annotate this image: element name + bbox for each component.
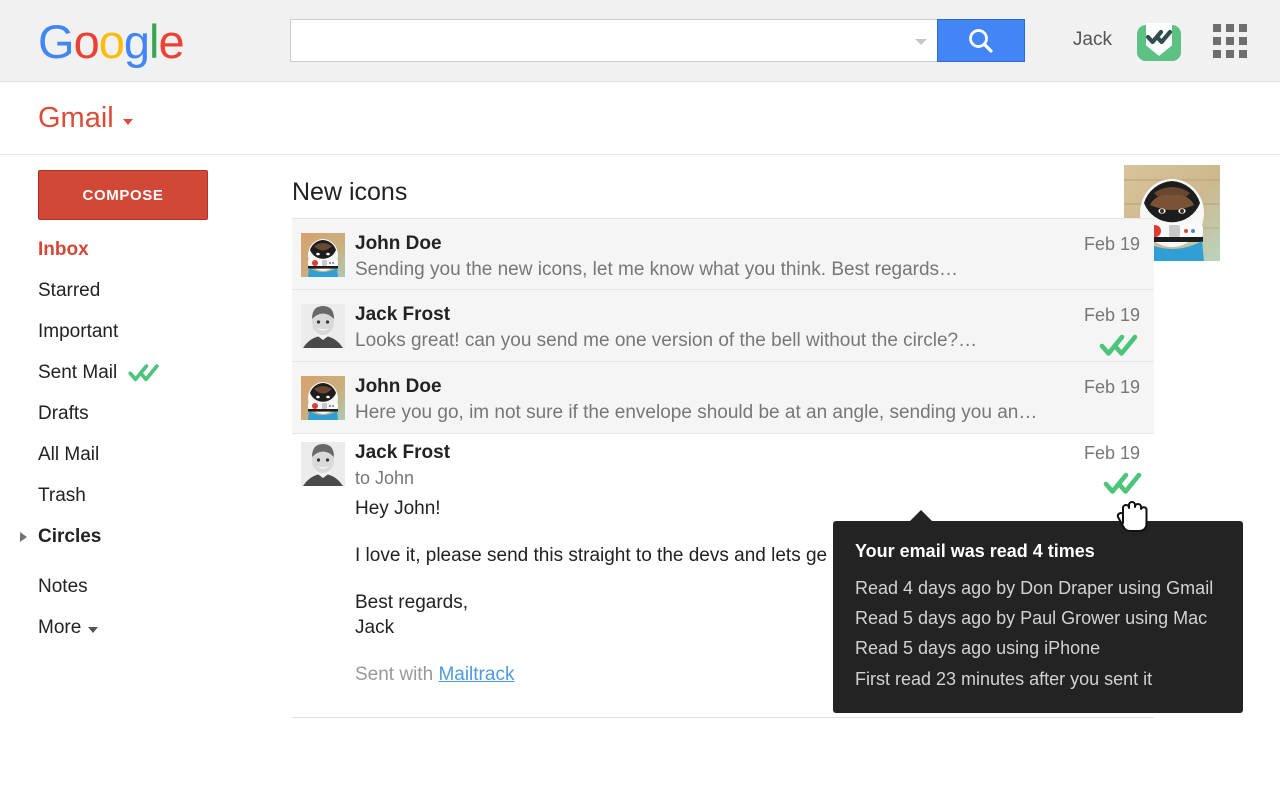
apps-grid-dot — [1213, 37, 1221, 45]
message-row[interactable]: John Doe Here you go, im not sure if the … — [292, 362, 1154, 434]
search-input[interactable] — [291, 20, 937, 61]
astronaut-avatar — [301, 233, 345, 277]
mouse-cursor-pointer-icon — [1114, 493, 1148, 538]
apps-grid-dot — [1239, 50, 1247, 58]
sent-with-prefix: Sent with — [355, 664, 438, 685]
message-date: Feb 19 — [1084, 234, 1140, 255]
search-bar — [290, 19, 1025, 62]
open-message-body: Hey John! I love it, please send this st… — [355, 496, 827, 687]
avatar — [301, 233, 345, 277]
chevron-down-icon[interactable] — [123, 119, 133, 125]
sidebar-item-trash[interactable]: Trash — [0, 475, 292, 516]
sidebar-item-drafts[interactable]: Drafts — [0, 393, 292, 434]
sidebar-item-label: Inbox — [38, 239, 89, 261]
open-message-recipient: to John — [355, 468, 414, 489]
read-receipt-check-icon — [1098, 332, 1140, 358]
apps-grid-dot — [1226, 37, 1234, 45]
apps-grid-dot — [1226, 50, 1234, 58]
open-message-sender: Jack Frost — [355, 442, 450, 464]
avatar — [301, 442, 345, 486]
apps-grid-dot — [1239, 37, 1247, 45]
message-snippet: Sending you the new icons, let me know w… — [355, 259, 958, 281]
message-sender: John Doe — [355, 376, 442, 398]
body-line: Best regards, — [355, 590, 827, 615]
gmail-toolbar: Gmail More 1–14 of 14 ‹ — [0, 82, 1280, 155]
sidebar-item-label: Drafts — [38, 403, 89, 425]
sidebar: COMPOSE Inbox Starred Important Sent Mail Dr… — [0, 155, 292, 800]
body-line: Jack — [355, 615, 827, 640]
tooltip-line: First read 23 minutes after you sent it — [855, 664, 1221, 694]
compose-button-label: COMPOSE — [83, 187, 164, 204]
mailtrack-envelope-check-icon[interactable] — [1133, 16, 1185, 66]
open-message: Jack Frost to John Feb 19 Hey John! I lo… — [292, 434, 1154, 496]
message-snippet: Looks great! can you send me one version… — [355, 330, 977, 352]
tooltip-title: Your email was read 4 times — [855, 541, 1221, 562]
chevron-down-icon[interactable] — [915, 39, 927, 45]
page-title: New icons — [292, 178, 407, 207]
apps-grid-dot — [1213, 24, 1221, 32]
sidebar-item-starred[interactable]: Starred — [0, 270, 292, 311]
search-button[interactable] — [937, 19, 1025, 62]
sidebar-item-sent-mail[interactable]: Sent Mail — [0, 352, 292, 393]
read-receipt-check-icon — [127, 362, 161, 383]
chevron-down-icon[interactable] — [88, 627, 98, 633]
expand-triangle-icon[interactable] — [20, 532, 27, 542]
open-message-header: Jack Frost to John Feb 19 — [292, 434, 1154, 496]
top-bar: Google Jack — [0, 0, 1280, 82]
astronaut-avatar — [301, 376, 345, 420]
avatar — [301, 304, 345, 348]
message-row[interactable]: John Doe Sending you the new icons, let m… — [292, 218, 1154, 290]
tooltip-line: Read 5 days ago by Paul Grower using Mac — [855, 603, 1221, 633]
message-sender: Jack Frost — [355, 304, 450, 326]
sidebar-item-label: Starred — [38, 280, 100, 302]
sent-with-footer: Sent with Mailtrack — [355, 662, 827, 687]
sidebar-item-all-mail[interactable]: All Mail — [0, 434, 292, 475]
tooltip-notch — [909, 510, 933, 522]
read-receipt-icon[interactable] — [1098, 332, 1140, 363]
apps-grid-dot — [1239, 24, 1247, 32]
sidebar-item-circles[interactable]: Circles — [0, 516, 292, 557]
sidebar-item-label: More — [38, 617, 81, 639]
gmail-label: Gmail — [38, 102, 114, 135]
mailtrack-link[interactable]: Mailtrack — [438, 664, 514, 685]
body-line: I love it, please send this straight to … — [355, 543, 827, 568]
search-field[interactable] — [290, 19, 937, 62]
apps-grid-dot — [1226, 24, 1234, 32]
apps-grid-icon[interactable] — [1213, 24, 1247, 58]
read-receipt-tooltip: Your email was read 4 times Read 4 days … — [833, 521, 1243, 713]
sidebar-item-label: Important — [38, 321, 118, 343]
message-date: Feb 19 — [1084, 377, 1140, 398]
message-sender: John Doe — [355, 233, 442, 255]
sidebar-item-inbox[interactable]: Inbox — [0, 229, 292, 270]
apps-grid-dot — [1213, 50, 1221, 58]
tooltip-line: Read 5 days ago using iPhone — [855, 633, 1221, 663]
jack-frost-avatar — [301, 304, 345, 348]
sidebar-item-notes[interactable]: Notes — [0, 566, 292, 607]
sidebar-item-more[interactable]: More — [0, 607, 292, 648]
message-date: Feb 19 — [1084, 305, 1140, 326]
open-message-date: Feb 19 — [1084, 443, 1140, 464]
sidebar-item-label: Trash — [38, 485, 86, 507]
compose-button[interactable]: COMPOSE — [38, 170, 208, 220]
sidebar-nav: Inbox Starred Important Sent Mail Drafts All … — [0, 229, 292, 648]
jack-frost-avatar — [301, 442, 345, 486]
message-row[interactable]: Jack Frost Looks great! can you send me o… — [292, 290, 1154, 362]
search-icon — [966, 26, 996, 56]
sidebar-item-label: Sent Mail — [38, 362, 117, 384]
read-receipt-check-icon — [127, 362, 161, 383]
avatar — [301, 376, 345, 420]
message-list: John Doe Sending you the new icons, let m… — [292, 218, 1154, 434]
sidebar-item-label: Notes — [38, 576, 88, 598]
sidebar-item-label: Circles — [38, 526, 101, 548]
gmail-logo[interactable]: Gmail — [38, 102, 133, 135]
message-snippet: Here you go, im not sure if the envelope… — [355, 402, 1037, 424]
sidebar-item-important[interactable]: Important — [0, 311, 292, 352]
google-logo[interactable]: Google — [38, 17, 184, 68]
divider — [292, 717, 1154, 718]
sidebar-item-label: All Mail — [38, 444, 99, 466]
body-line: Hey John! — [355, 496, 827, 521]
user-name[interactable]: Jack — [1073, 29, 1112, 51]
tooltip-line: Read 4 days ago by Don Draper using Gmai… — [855, 573, 1221, 603]
